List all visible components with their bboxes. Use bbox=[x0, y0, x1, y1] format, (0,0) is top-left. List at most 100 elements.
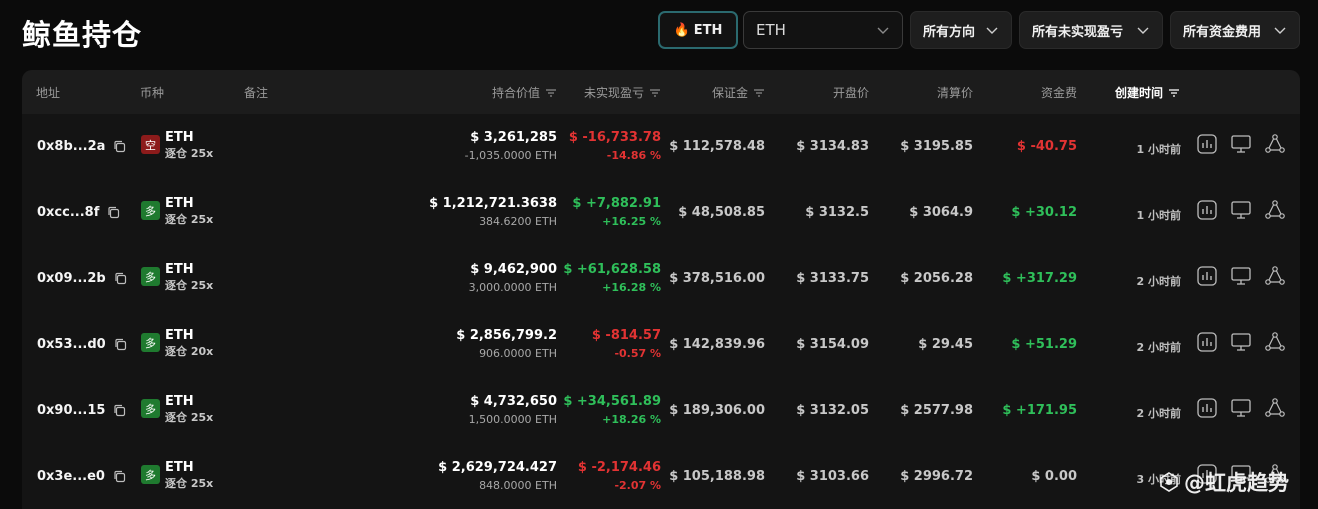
funding-fee-select[interactable]: 所有资金费用 bbox=[1170, 11, 1300, 49]
position-value: $ 2,629,724.427 bbox=[438, 460, 557, 475]
monitor-icon[interactable] bbox=[1230, 265, 1252, 287]
coin-cell: 多 ETH 逐仓 25x bbox=[141, 262, 213, 294]
eth-quick-filter-button[interactable]: 🔥 ETH bbox=[658, 11, 738, 49]
chevron-down-icon bbox=[986, 27, 998, 34]
open-price-cell: $ 3133.75 bbox=[796, 271, 869, 286]
header-created-time-label: 创建时间 bbox=[1115, 86, 1164, 100]
address-cell[interactable]: 0x53...d0 bbox=[37, 337, 127, 352]
address-text[interactable]: 0x09...2b bbox=[37, 271, 106, 286]
margin-cell: $ 142,839.96 bbox=[669, 337, 765, 352]
share-network-icon[interactable] bbox=[1264, 397, 1286, 419]
chart-icon[interactable] bbox=[1196, 133, 1218, 155]
share-network-icon[interactable] bbox=[1264, 199, 1286, 221]
position-value: $ 9,462,900 bbox=[470, 262, 557, 277]
header-coin: 币种 bbox=[140, 86, 165, 100]
address-text[interactable]: 0x90...15 bbox=[37, 403, 105, 418]
open-price-cell: $ 3103.66 bbox=[796, 469, 869, 484]
header-unrealized-pnl[interactable]: 未实现盈亏 bbox=[584, 84, 661, 101]
funding-fee-cell: $ 0.00 bbox=[1031, 469, 1077, 484]
monitor-icon[interactable] bbox=[1230, 397, 1252, 419]
position-size: 1,500.0000 ETH bbox=[468, 413, 557, 426]
row-actions bbox=[1196, 331, 1298, 353]
coin-info: ETH 逐仓 20x bbox=[165, 328, 213, 360]
position-value-cell: $ 2,856,799.2 906.0000 ETH bbox=[456, 327, 557, 363]
copy-icon[interactable] bbox=[113, 404, 126, 417]
funding-fee-cell: $ +30.12 bbox=[1011, 205, 1077, 220]
copy-icon[interactable] bbox=[114, 272, 127, 285]
margin-cell: $ 378,516.00 bbox=[669, 271, 765, 286]
copy-icon[interactable] bbox=[114, 338, 127, 351]
address-cell[interactable]: 0x09...2b bbox=[37, 271, 127, 286]
side-badge: 多 bbox=[141, 465, 160, 484]
chart-icon[interactable] bbox=[1196, 331, 1218, 353]
table-row[interactable]: 0x09...2b 多 ETH 逐仓 25x $ 9,462,900 3,000.0000… bbox=[22, 246, 1300, 312]
table-row[interactable]: 0x90...15 多 ETH 逐仓 25x $ 4,732,650 1,500.0000… bbox=[22, 378, 1300, 444]
table-row[interactable]: 0x3e...e0 多 ETH 逐仓 25x $ 2,629,724.427 848.00… bbox=[22, 444, 1300, 509]
coin-name: ETH bbox=[165, 196, 194, 211]
header-created-time[interactable]: 创建时间 bbox=[1115, 84, 1180, 101]
table-row[interactable]: 0xcc...8f 多 ETH 逐仓 25x $ 1,212,721.3638 384.6… bbox=[22, 180, 1300, 246]
chart-icon[interactable] bbox=[1196, 199, 1218, 221]
direction-select-value: 所有方向 bbox=[923, 24, 976, 40]
coin-name: ETH bbox=[165, 328, 194, 343]
table-row[interactable]: 0x53...d0 多 ETH 逐仓 20x $ 2,856,799.2 906.0000… bbox=[22, 312, 1300, 378]
asset-select[interactable]: ETH bbox=[743, 11, 903, 49]
table-row[interactable]: 0x8b...2a 空 ETH 逐仓 25x $ 3,261,285 -1,035.000… bbox=[22, 114, 1300, 180]
coin-info: ETH 逐仓 25x bbox=[165, 196, 213, 228]
liq-price-cell: $ 2996.72 bbox=[900, 469, 973, 484]
address-text[interactable]: 0x8b...2a bbox=[37, 139, 105, 154]
fee-select-value: 所有资金费用 bbox=[1183, 24, 1262, 40]
header-position-value-label: 持合价值 bbox=[491, 86, 540, 100]
side-badge: 多 bbox=[141, 333, 160, 352]
chevron-down-icon bbox=[1137, 27, 1149, 34]
coin-name: ETH bbox=[165, 460, 194, 475]
sort-icon bbox=[546, 88, 556, 97]
position-value: $ 1,212,721.3638 bbox=[429, 196, 557, 211]
address-cell[interactable]: 0x90...15 bbox=[37, 403, 126, 418]
unrealized-pnl-select[interactable]: 所有未实现盈亏 bbox=[1019, 11, 1163, 49]
row-actions bbox=[1196, 199, 1298, 221]
funding-fee-cell: $ +317.29 bbox=[1002, 271, 1077, 286]
header-margin-label: 保证金 bbox=[711, 86, 748, 100]
copy-icon[interactable] bbox=[113, 470, 126, 483]
created-time-cell: 2 小时前 bbox=[1136, 407, 1181, 420]
monitor-icon[interactable] bbox=[1230, 199, 1252, 221]
chart-icon[interactable] bbox=[1196, 397, 1218, 419]
coin-info: ETH 逐仓 25x bbox=[165, 394, 213, 426]
coin-leverage: 逐仓 25x bbox=[165, 279, 214, 292]
created-time-cell: 1 小时前 bbox=[1136, 209, 1181, 222]
coin-cell: 多 ETH 逐仓 25x bbox=[141, 394, 213, 426]
address-text[interactable]: 0xcc...8f bbox=[37, 205, 99, 220]
address-cell[interactable]: 0xcc...8f bbox=[37, 205, 120, 220]
positions-table: 地址 币种 备注 持合价值 未实现盈亏 保证金 开盘价 清算价 资金费 创建时间… bbox=[22, 70, 1300, 509]
pnl-percent: +16.25 % bbox=[602, 215, 661, 228]
share-network-icon[interactable] bbox=[1264, 331, 1286, 353]
pnl-amount: $ -16,733.78 bbox=[568, 130, 661, 145]
address-text[interactable]: 0x53...d0 bbox=[37, 337, 106, 352]
share-network-icon[interactable] bbox=[1264, 133, 1286, 155]
coin-name: ETH bbox=[165, 130, 194, 145]
address-cell[interactable]: 0x8b...2a bbox=[37, 139, 126, 154]
funding-fee-cell: $ -40.75 bbox=[1016, 139, 1077, 154]
header-position-value[interactable]: 持合价值 bbox=[492, 84, 557, 101]
header-liq-price: 清算价 bbox=[936, 86, 973, 100]
margin-cell: $ 105,188.98 bbox=[669, 469, 765, 484]
position-value: $ 2,856,799.2 bbox=[456, 328, 557, 343]
pnl-amount: $ +34,561.89 bbox=[563, 394, 661, 409]
share-network-icon[interactable] bbox=[1264, 265, 1286, 287]
position-value: $ 4,732,650 bbox=[470, 394, 557, 409]
header-funding-fee: 资金费 bbox=[1040, 86, 1077, 100]
header-margin[interactable]: 保证金 bbox=[712, 84, 765, 101]
monitor-icon[interactable] bbox=[1230, 331, 1252, 353]
address-cell[interactable]: 0x3e...e0 bbox=[37, 469, 126, 484]
copy-icon[interactable] bbox=[107, 206, 120, 219]
chart-icon[interactable] bbox=[1196, 265, 1218, 287]
copy-icon[interactable] bbox=[113, 140, 126, 153]
unrealized-pnl-cell: $ +7,882.91 +16.25 % bbox=[572, 195, 661, 231]
direction-select[interactable]: 所有方向 bbox=[910, 11, 1012, 49]
pnl-select-value: 所有未实现盈亏 bbox=[1032, 24, 1124, 40]
coin-cell: 多 ETH 逐仓 20x bbox=[141, 328, 213, 360]
monitor-icon[interactable] bbox=[1230, 133, 1252, 155]
header-open-price: 开盘价 bbox=[832, 86, 869, 100]
address-text[interactable]: 0x3e...e0 bbox=[37, 469, 105, 484]
